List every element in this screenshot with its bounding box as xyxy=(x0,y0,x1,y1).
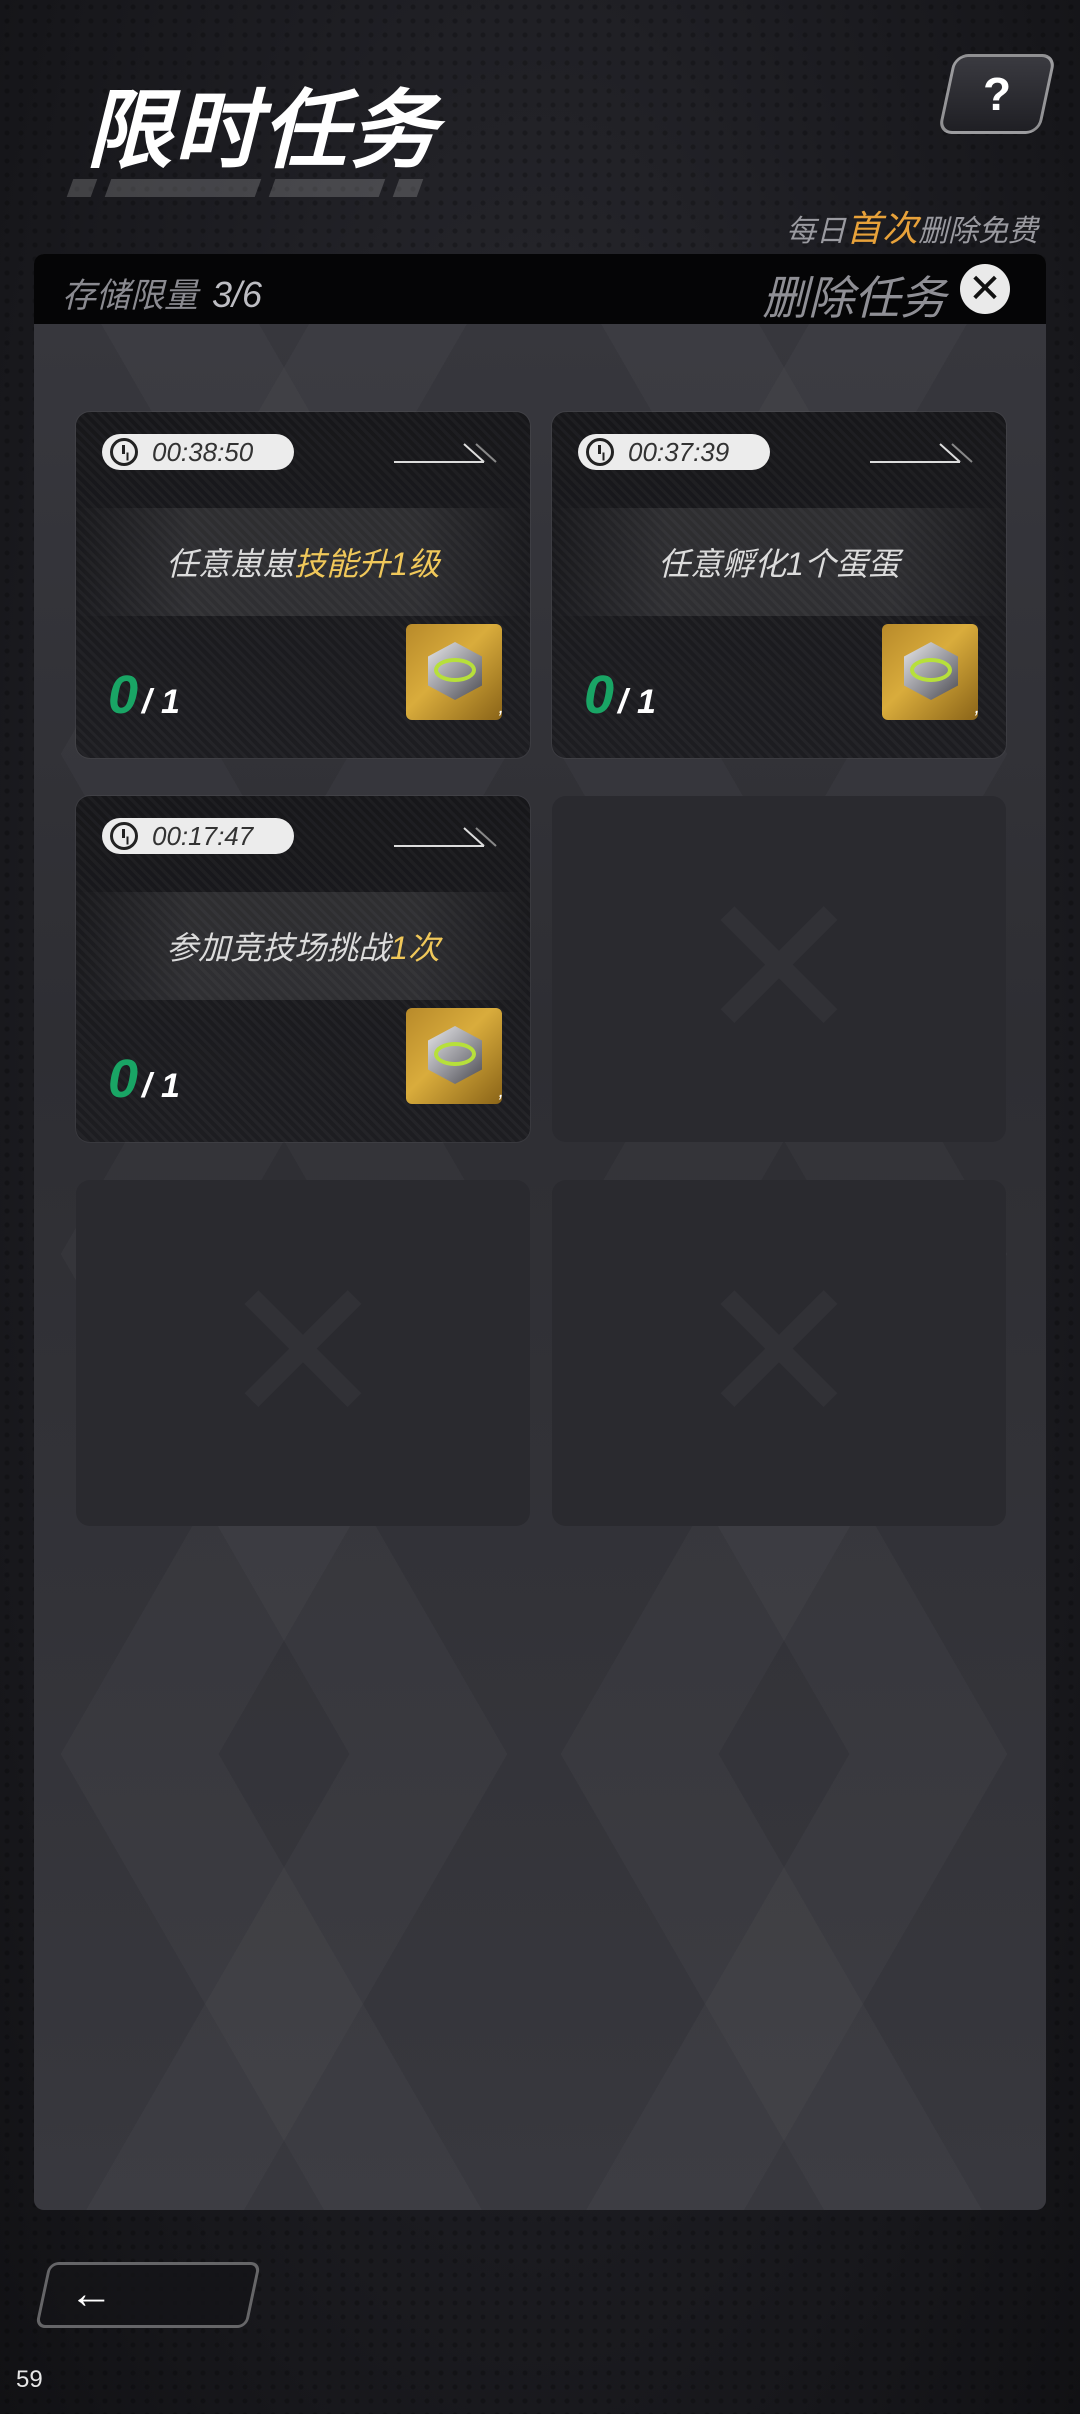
clock-icon xyxy=(586,438,614,466)
card-decoration xyxy=(870,443,973,463)
task-description: 参加竞技场挑战 1次 xyxy=(76,892,530,1000)
task-progress: 0/ 1 xyxy=(108,1049,180,1109)
reward-count: , xyxy=(498,696,504,718)
emblem-icon: ✕ xyxy=(219,1237,387,1470)
card-decoration xyxy=(394,827,497,847)
panel-header: 存储限量 3/6 删除任务 ✕ xyxy=(34,254,1046,324)
empty-task-slot: ✕ xyxy=(552,1180,1006,1526)
title-decoration xyxy=(66,178,460,198)
back-button[interactable]: ← xyxy=(34,2262,262,2328)
countdown-timer: 00:17:47 xyxy=(102,818,294,854)
reward-item[interactable] xyxy=(882,624,978,720)
empty-task-slot: ✕ xyxy=(76,1180,530,1526)
free-delete-hint: 每日首次删除免费 xyxy=(785,208,1038,249)
close-icon[interactable]: ✕ xyxy=(960,264,1010,314)
storage-value: 3/6 xyxy=(212,274,263,315)
task-progress: 0/ 1 xyxy=(584,665,656,725)
help-icon: ? xyxy=(982,68,1012,120)
reward-item[interactable] xyxy=(406,624,502,720)
page-title: 限时任务 xyxy=(86,83,438,179)
reward-count: , xyxy=(498,1080,504,1102)
countdown-timer: 00:38:50 xyxy=(102,434,294,470)
delete-task-button[interactable]: 删除任务 xyxy=(762,262,946,328)
clock-icon xyxy=(110,822,138,850)
emblem-icon: ✕ xyxy=(695,853,863,1086)
task-card[interactable]: 00:37:39 任意孵化1个蛋蛋 0/ 1 , xyxy=(552,412,1006,758)
task-card[interactable]: 00:38:50 任意崽崽 技能升1级 0/ 1 , xyxy=(76,412,530,758)
clock-icon xyxy=(110,438,138,466)
task-card[interactable]: 00:17:47 参加竞技场挑战 1次 0/ 1 , xyxy=(76,796,530,1142)
task-panel: 存储限量 3/6 删除任务 ✕ 00:38:50 任意崽崽 技能升1级 0/ 1 , xyxy=(34,254,1046,2210)
task-progress: 0/ 1 xyxy=(108,665,180,725)
emblem-icon: ✕ xyxy=(695,1237,863,1470)
countdown-timer: 00:37:39 xyxy=(578,434,770,470)
back-arrow-icon: ← xyxy=(69,2269,114,2318)
task-description: 任意孵化1个蛋蛋 xyxy=(552,508,1006,616)
help-button[interactable]: ? xyxy=(937,54,1057,134)
reward-item[interactable] xyxy=(406,1008,502,1104)
task-description: 任意崽崽 技能升1级 xyxy=(76,508,530,616)
storage-limit: 存储限量 3/6 xyxy=(62,274,263,315)
card-decoration xyxy=(394,443,497,463)
reward-count: , xyxy=(974,696,980,718)
fps-counter: 59 xyxy=(16,2366,43,2393)
empty-task-slot: ✕ xyxy=(552,796,1006,1142)
